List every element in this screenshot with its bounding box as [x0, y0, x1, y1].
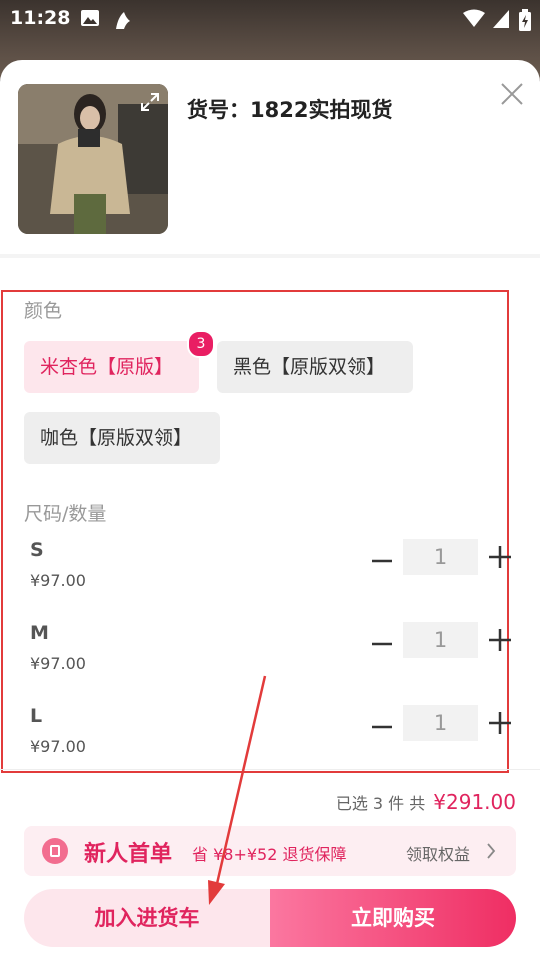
chevron-right-icon: [487, 843, 496, 859]
size-price: ¥97.00: [30, 571, 86, 590]
status-time: 11:28: [10, 7, 71, 29]
size-name: S: [30, 539, 44, 561]
quantity-field[interactable]: 1: [403, 622, 478, 658]
plus-icon[interactable]: [489, 546, 511, 568]
size-row-m: M ¥97.00 1: [0, 622, 540, 692]
size-row-l: L ¥97.00 1: [0, 705, 540, 775]
battery-icon: [519, 9, 531, 31]
selected-count-text: 已选 3 件 共: [335, 794, 426, 813]
signal-icon: [493, 10, 509, 28]
action-buttons: 加入进货车 立即购买: [24, 889, 516, 947]
add-to-cart-button[interactable]: 加入进货车: [24, 889, 270, 947]
total-price: ¥291.00: [433, 790, 516, 814]
product-title: 货号：1822实拍现货: [187, 98, 393, 122]
status-bar: 11:28: [0, 0, 540, 38]
claim-benefits-link[interactable]: 领取权益: [406, 841, 470, 865]
product-image[interactable]: [18, 84, 168, 234]
size-price: ¥97.00: [30, 737, 86, 756]
size-name: L: [30, 705, 43, 727]
quantity-field[interactable]: 1: [403, 705, 478, 741]
color-option-black[interactable]: 黑色【原版双领】: [217, 341, 413, 393]
size-name: M: [30, 622, 49, 644]
minus-icon[interactable]: [372, 717, 392, 737]
minus-icon[interactable]: [372, 551, 392, 571]
close-icon[interactable]: [500, 82, 524, 106]
gallery-icon: [81, 10, 99, 26]
size-price: ¥97.00: [30, 654, 86, 673]
promo-description: 省 ¥8+¥52 退货保障: [192, 845, 347, 864]
plus-icon[interactable]: [489, 629, 511, 651]
size-row-s: S ¥97.00 1: [0, 539, 540, 609]
color-label: 颜色: [24, 300, 63, 322]
color-option-brown[interactable]: 咖色【原版双领】: [24, 412, 220, 464]
promo-title: 新人首单: [84, 842, 173, 867]
selected-count-badge: 3: [187, 330, 215, 358]
new-user-promo-banner[interactable]: 新人首单 省 ¥8+¥52 退货保障 领取权益: [24, 826, 516, 876]
divider: [0, 769, 540, 770]
product-sheet: 货号：1822实拍现货 颜色 米杏色【原版】 3 黑色【原版双领】 咖色【原版双…: [0, 60, 540, 960]
order-summary: 已选 3 件 共 ¥291.00: [336, 790, 516, 814]
expand-icon[interactable]: [140, 92, 160, 112]
quantity-field[interactable]: 1: [403, 539, 478, 575]
buy-now-button[interactable]: 立即购买: [270, 889, 516, 947]
minus-icon[interactable]: [372, 634, 392, 654]
wifi-icon: [463, 9, 485, 27]
bird-app-icon: [116, 12, 130, 29]
coupon-icon: [42, 838, 68, 864]
plus-icon[interactable]: [489, 712, 511, 734]
color-option-beige[interactable]: 米杏色【原版】: [24, 341, 199, 393]
divider: [0, 254, 540, 258]
size-quantity-label: 尺码/数量: [24, 503, 107, 525]
